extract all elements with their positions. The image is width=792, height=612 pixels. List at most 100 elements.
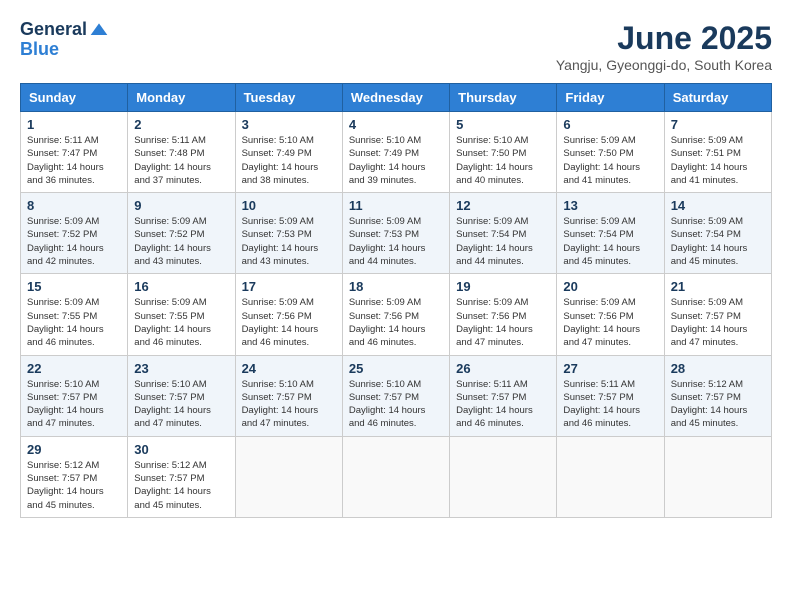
day-info: Sunrise: 5:09 AM Sunset: 7:52 PM Dayligh… [27,215,121,268]
calendar-day-cell: 27 Sunrise: 5:11 AM Sunset: 7:57 PM Dayl… [557,355,664,436]
day-number: 15 [27,279,121,294]
day-number: 6 [563,117,657,132]
calendar-day-cell: 18 Sunrise: 5:09 AM Sunset: 7:56 PM Dayl… [342,274,449,355]
day-info: Sunrise: 5:09 AM Sunset: 7:50 PM Dayligh… [563,134,657,187]
month-title: June 2025 [556,20,772,57]
day-info: Sunrise: 5:10 AM Sunset: 7:57 PM Dayligh… [134,378,228,431]
day-info: Sunrise: 5:11 AM Sunset: 7:47 PM Dayligh… [27,134,121,187]
day-number: 21 [671,279,765,294]
day-number: 7 [671,117,765,132]
weekday-header: Sunday [21,84,128,112]
day-info: Sunrise: 5:12 AM Sunset: 7:57 PM Dayligh… [134,459,228,512]
day-info: Sunrise: 5:10 AM Sunset: 7:49 PM Dayligh… [349,134,443,187]
day-info: Sunrise: 5:09 AM Sunset: 7:53 PM Dayligh… [242,215,336,268]
day-info: Sunrise: 5:12 AM Sunset: 7:57 PM Dayligh… [27,459,121,512]
day-number: 2 [134,117,228,132]
calendar-day-cell: 8 Sunrise: 5:09 AM Sunset: 7:52 PM Dayli… [21,193,128,274]
calendar-day-cell: 28 Sunrise: 5:12 AM Sunset: 7:57 PM Dayl… [664,355,771,436]
weekday-header: Saturday [664,84,771,112]
calendar-day-cell [664,436,771,517]
day-info: Sunrise: 5:10 AM Sunset: 7:50 PM Dayligh… [456,134,550,187]
calendar-day-cell: 26 Sunrise: 5:11 AM Sunset: 7:57 PM Dayl… [450,355,557,436]
day-number: 20 [563,279,657,294]
day-number: 17 [242,279,336,294]
page-header: General Blue June 2025 Yangju, Gyeonggi-… [20,20,772,73]
calendar-day-cell: 7 Sunrise: 5:09 AM Sunset: 7:51 PM Dayli… [664,112,771,193]
calendar-day-cell [557,436,664,517]
calendar-day-cell: 9 Sunrise: 5:09 AM Sunset: 7:52 PM Dayli… [128,193,235,274]
calendar-day-cell: 5 Sunrise: 5:10 AM Sunset: 7:50 PM Dayli… [450,112,557,193]
calendar-day-cell: 3 Sunrise: 5:10 AM Sunset: 7:49 PM Dayli… [235,112,342,193]
title-block: June 2025 Yangju, Gyeonggi-do, South Kor… [556,20,772,73]
day-number: 23 [134,361,228,376]
calendar-day-cell: 22 Sunrise: 5:10 AM Sunset: 7:57 PM Dayl… [21,355,128,436]
calendar-day-cell: 12 Sunrise: 5:09 AM Sunset: 7:54 PM Dayl… [450,193,557,274]
weekday-header: Thursday [450,84,557,112]
calendar-day-cell: 23 Sunrise: 5:10 AM Sunset: 7:57 PM Dayl… [128,355,235,436]
calendar-day-cell: 2 Sunrise: 5:11 AM Sunset: 7:48 PM Dayli… [128,112,235,193]
day-info: Sunrise: 5:09 AM Sunset: 7:55 PM Dayligh… [134,296,228,349]
day-number: 18 [349,279,443,294]
day-number: 12 [456,198,550,213]
day-number: 19 [456,279,550,294]
day-number: 4 [349,117,443,132]
logo: General Blue [20,20,109,60]
calendar-day-cell [342,436,449,517]
day-number: 11 [349,198,443,213]
calendar-day-cell: 25 Sunrise: 5:10 AM Sunset: 7:57 PM Dayl… [342,355,449,436]
calendar-day-cell: 10 Sunrise: 5:09 AM Sunset: 7:53 PM Dayl… [235,193,342,274]
day-number: 3 [242,117,336,132]
day-number: 10 [242,198,336,213]
calendar-week-row: 15 Sunrise: 5:09 AM Sunset: 7:55 PM Dayl… [21,274,772,355]
day-info: Sunrise: 5:09 AM Sunset: 7:56 PM Dayligh… [456,296,550,349]
day-number: 1 [27,117,121,132]
calendar-week-row: 22 Sunrise: 5:10 AM Sunset: 7:57 PM Dayl… [21,355,772,436]
day-info: Sunrise: 5:09 AM Sunset: 7:55 PM Dayligh… [27,296,121,349]
calendar-day-cell: 15 Sunrise: 5:09 AM Sunset: 7:55 PM Dayl… [21,274,128,355]
day-info: Sunrise: 5:09 AM Sunset: 7:54 PM Dayligh… [671,215,765,268]
location: Yangju, Gyeonggi-do, South Korea [556,57,772,73]
weekday-header: Tuesday [235,84,342,112]
day-number: 27 [563,361,657,376]
calendar-day-cell: 20 Sunrise: 5:09 AM Sunset: 7:56 PM Dayl… [557,274,664,355]
calendar-day-cell: 11 Sunrise: 5:09 AM Sunset: 7:53 PM Dayl… [342,193,449,274]
weekday-header: Wednesday [342,84,449,112]
day-info: Sunrise: 5:10 AM Sunset: 7:57 PM Dayligh… [27,378,121,431]
day-info: Sunrise: 5:10 AM Sunset: 7:49 PM Dayligh… [242,134,336,187]
calendar-day-cell: 30 Sunrise: 5:12 AM Sunset: 7:57 PM Dayl… [128,436,235,517]
weekday-header: Friday [557,84,664,112]
calendar-day-cell: 29 Sunrise: 5:12 AM Sunset: 7:57 PM Dayl… [21,436,128,517]
day-info: Sunrise: 5:11 AM Sunset: 7:57 PM Dayligh… [456,378,550,431]
calendar-week-row: 8 Sunrise: 5:09 AM Sunset: 7:52 PM Dayli… [21,193,772,274]
calendar-day-cell [235,436,342,517]
day-info: Sunrise: 5:09 AM Sunset: 7:56 PM Dayligh… [349,296,443,349]
day-number: 9 [134,198,228,213]
calendar-table: SundayMondayTuesdayWednesdayThursdayFrid… [20,83,772,518]
logo-blue: Blue [20,39,59,59]
day-number: 5 [456,117,550,132]
day-info: Sunrise: 5:09 AM Sunset: 7:52 PM Dayligh… [134,215,228,268]
calendar-week-row: 29 Sunrise: 5:12 AM Sunset: 7:57 PM Dayl… [21,436,772,517]
day-info: Sunrise: 5:11 AM Sunset: 7:57 PM Dayligh… [563,378,657,431]
day-number: 25 [349,361,443,376]
day-info: Sunrise: 5:12 AM Sunset: 7:57 PM Dayligh… [671,378,765,431]
day-number: 24 [242,361,336,376]
day-info: Sunrise: 5:09 AM Sunset: 7:51 PM Dayligh… [671,134,765,187]
day-info: Sunrise: 5:10 AM Sunset: 7:57 PM Dayligh… [242,378,336,431]
calendar-day-cell: 6 Sunrise: 5:09 AM Sunset: 7:50 PM Dayli… [557,112,664,193]
weekday-header: Monday [128,84,235,112]
day-info: Sunrise: 5:09 AM Sunset: 7:54 PM Dayligh… [456,215,550,268]
day-number: 13 [563,198,657,213]
calendar-day-cell [450,436,557,517]
calendar-day-cell: 14 Sunrise: 5:09 AM Sunset: 7:54 PM Dayl… [664,193,771,274]
day-info: Sunrise: 5:09 AM Sunset: 7:53 PM Dayligh… [349,215,443,268]
day-number: 28 [671,361,765,376]
calendar-day-cell: 1 Sunrise: 5:11 AM Sunset: 7:47 PM Dayli… [21,112,128,193]
day-number: 26 [456,361,550,376]
calendar-day-cell: 19 Sunrise: 5:09 AM Sunset: 7:56 PM Dayl… [450,274,557,355]
calendar-day-cell: 16 Sunrise: 5:09 AM Sunset: 7:55 PM Dayl… [128,274,235,355]
day-info: Sunrise: 5:09 AM Sunset: 7:54 PM Dayligh… [563,215,657,268]
day-info: Sunrise: 5:09 AM Sunset: 7:57 PM Dayligh… [671,296,765,349]
calendar-day-cell: 24 Sunrise: 5:10 AM Sunset: 7:57 PM Dayl… [235,355,342,436]
logo-general: General [20,19,87,39]
